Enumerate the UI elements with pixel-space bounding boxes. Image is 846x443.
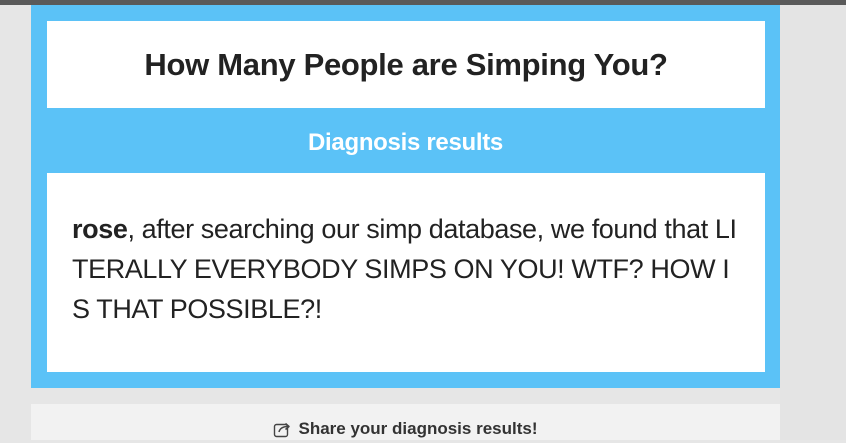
share-bar: Share your diagnosis results! <box>31 404 780 440</box>
user-name: rose <box>72 214 128 244</box>
share-label: Share your diagnosis results! <box>298 419 538 438</box>
result-message: , after searching our simp database, we … <box>72 214 737 324</box>
result-box: rose, after searching our simp database,… <box>47 173 765 372</box>
share-button[interactable]: Share your diagnosis results! <box>273 418 538 440</box>
result-text: rose, after searching our simp database,… <box>72 209 742 329</box>
diagnosis-card: How Many People are Simping You? Diagnos… <box>31 5 780 388</box>
title-box: How Many People are Simping You? <box>47 21 765 108</box>
page-background <box>780 5 846 440</box>
results-heading: Diagnosis results <box>308 129 503 156</box>
page-title: How Many People are Simping You? <box>144 46 668 82</box>
share-icon <box>273 420 293 438</box>
